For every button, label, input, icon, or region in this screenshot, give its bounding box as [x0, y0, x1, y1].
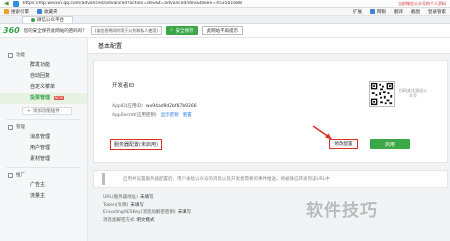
developer-id-panel: 开发者ID AppID(应用ID) wx94ad9d2bf87b9266 AppS…	[93, 60, 448, 163]
qr-caption: 扫码关注测试公众号	[399, 88, 427, 98]
app-secret-row: AppSecret(应用密钥) 显示密钥 重置	[112, 113, 192, 118]
sidebar-divider	[6, 119, 81, 120]
server-config-info: 启用并设置服务器配置后，用户发给公众号的消息以及开发者需要的事件推送，将被微信转…	[93, 170, 448, 188]
sidebar-group-features: 功能	[0, 50, 87, 60]
bookmark-item[interactable]: 登录管家	[428, 9, 446, 15]
add-plugin-button[interactable]: + 添加功能插件	[22, 107, 72, 115]
app-id-value: wx94ad9d2bf87b9266	[145, 104, 197, 109]
sidebar-item-broadcast[interactable]: 群发功能	[0, 60, 87, 71]
reset-secret-link[interactable]: 重置	[183, 113, 192, 118]
promote-icon	[8, 172, 13, 178]
server-config-rows: URL(服务器地址) 未填写 Token(令牌) 未填写 EncodingAESKe…	[103, 194, 191, 224]
config-row: EncodingAESKey(消息加解密密钥) 未填写	[103, 210, 192, 215]
sidebar-item-auto-reply[interactable]: 自动回复	[0, 71, 87, 82]
bookmark-item[interactable]: 收藏夹	[37, 9, 58, 15]
never-save-button[interactable]: 此网站不再提示	[201, 26, 244, 35]
show-secret-link[interactable]: 显示密钥	[161, 113, 179, 118]
sidebar: 功能 群发功能 自动回复 自定义菜单 投票管理 NEW + 添加功能插件 管理 …	[0, 38, 88, 241]
qr-code-icon	[369, 81, 395, 107]
plus-icon: +	[27, 108, 31, 114]
developer-id-title: 开发者ID	[112, 83, 135, 89]
folder-icon	[37, 9, 42, 14]
bank-icon	[370, 9, 375, 14]
watermark: 软件技巧	[306, 201, 378, 221]
browser-address-bar: ◀ https://mp.weixin.qq.com/advanced/adva…	[0, 0, 450, 8]
sidebar-divider	[6, 167, 81, 168]
config-row: URL(服务器地址) 未填写	[103, 195, 154, 200]
bookmark-item[interactable]: 截图	[411, 9, 420, 15]
sidebar-item-custom-menu[interactable]: 自定义菜单	[0, 82, 87, 93]
sidebar-group-promote: 推广	[0, 170, 87, 180]
back-arrow-icon[interactable]: ◀	[4, 0, 9, 7]
grid-icon	[8, 52, 13, 58]
modify-config-button[interactable]: 修改配置	[329, 139, 358, 149]
password-save-notice: 360 您的安全保存此网站的密码吗？ (该信息将同时用于公共和私人使用) ✓ 安全…	[0, 24, 450, 38]
notice-text: 您的安全保存此网站的密码吗？	[23, 28, 87, 34]
tab-weixin[interactable]: 微信公众平台	[22, 16, 73, 23]
sidebar-item-messages[interactable]: 消息管理	[0, 132, 87, 143]
page-title: 基本配置	[88, 38, 450, 54]
notice-option-select[interactable]: (该信息将同时用于公共和私人使用)	[90, 26, 162, 35]
sidebar-item-advertiser[interactable]: 广告主	[0, 180, 87, 191]
sidebar-item-publisher[interactable]: 流量主	[0, 191, 87, 202]
check-icon: ✓	[169, 28, 174, 33]
sidebar-item-materials[interactable]: 素材管理	[0, 154, 87, 165]
app-id-row: AppID(应用ID) wx94ad9d2bf87b9266	[112, 104, 197, 109]
browser-logo: 360	[3, 26, 20, 35]
new-badge: NEW	[53, 96, 65, 100]
address-extra-text: 当前微信公众号的个人资料	[398, 0, 446, 6]
enable-button[interactable]: 启用	[370, 139, 410, 149]
sidebar-group-manage: 管理	[0, 122, 87, 132]
bookmark-item[interactable]: 搜索引擎	[4, 9, 29, 15]
sidebar-item-vote[interactable]: 投票管理 NEW	[0, 93, 87, 104]
main-content: 基本配置 开发者ID AppID(应用ID) wx94ad9d2bf87b9266…	[88, 38, 450, 241]
bookmark-item[interactable]: 网银	[370, 9, 386, 15]
manage-icon	[8, 124, 13, 130]
bookmark-item[interactable]: 扩展	[353, 9, 362, 15]
url-field[interactable]: https://mp.weixin.qq.com/advanced/advanc…	[23, 1, 394, 6]
star-icon	[4, 9, 9, 14]
config-row: 消息加解密方式 明文模式	[103, 217, 155, 223]
safe-save-button[interactable]: ✓ 安全保存	[165, 26, 198, 35]
bookmark-item[interactable]: 翻译	[394, 9, 403, 15]
wechat-icon	[31, 18, 35, 22]
browser-tabs: 微信公众平台	[0, 16, 450, 24]
sidebar-item-users[interactable]: 用户管理	[0, 143, 87, 154]
bookmark-bar: 搜索引擎 收藏夹 扩展 网银 翻译 截图 登录管家	[0, 8, 450, 16]
server-config-label: 服务器配置(未启用)	[110, 139, 162, 150]
shield-icon	[12, 0, 19, 7]
config-row: Token(令牌) 未填写	[103, 202, 144, 208]
info-bar	[102, 173, 105, 185]
